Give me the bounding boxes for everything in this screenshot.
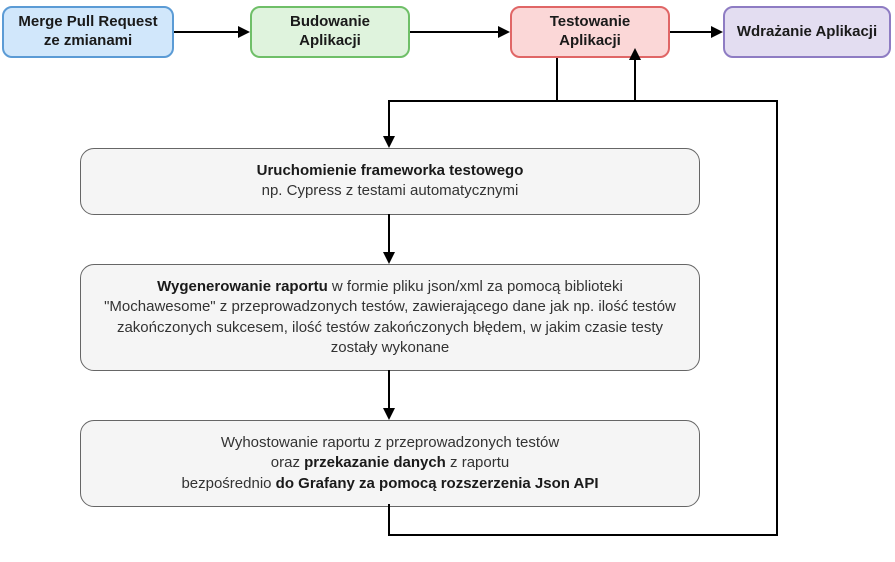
arrow-into-d1 bbox=[388, 100, 390, 138]
stage-deploy: Wdrażanie Aplikacji bbox=[723, 6, 891, 58]
connector-top-right bbox=[634, 100, 778, 102]
d3-b1: oraz bbox=[271, 454, 304, 471]
d1-title: Uruchomienie frameworka testowego bbox=[257, 162, 524, 179]
detail-report: Wygenerowanie raportu w formie pliku jso… bbox=[80, 264, 700, 371]
connector-h1 bbox=[388, 100, 558, 102]
d1-sub: np. Cypress z testami automatycznymi bbox=[101, 181, 679, 201]
arrow-head-d1-d2 bbox=[383, 252, 395, 264]
arrow-head-merge-build bbox=[238, 26, 250, 38]
detail-grafana: Wyhostowanie raportu z przeprowadzonych … bbox=[80, 420, 700, 507]
arrow-right-up bbox=[776, 100, 778, 536]
arrow-head-into-d1 bbox=[383, 136, 395, 148]
stage-test: Testowanie Aplikacji bbox=[510, 6, 670, 58]
detail-framework: Uruchomienie frameworka testowego np. Cy… bbox=[80, 148, 700, 215]
arrow-head-test-deploy bbox=[711, 26, 723, 38]
d3-pre2: bezpośrednio bbox=[181, 475, 275, 492]
arrow-d2-d3 bbox=[388, 370, 390, 410]
arrow-d3-down bbox=[388, 504, 390, 534]
arrow-head-build-test bbox=[498, 26, 510, 38]
d2-title: Wygenerowanie raportu bbox=[157, 278, 328, 295]
arrow-merge-build bbox=[174, 31, 240, 33]
stage-build: Budowanie Aplikacji bbox=[250, 6, 410, 58]
arrow-test-deploy bbox=[670, 31, 713, 33]
arrow-test-down bbox=[556, 58, 558, 100]
d3-mid: z raportu bbox=[446, 454, 509, 471]
arrow-up-right bbox=[634, 58, 636, 102]
arrow-build-test bbox=[410, 31, 500, 33]
d3-line1: Wyhostowanie raportu z przeprowadzonych … bbox=[101, 433, 679, 453]
arrow-d1-d2 bbox=[388, 214, 390, 254]
arrow-head-up-right bbox=[629, 48, 641, 60]
arrow-head-d2-d3 bbox=[383, 408, 395, 420]
d3-b3: do Grafany za pomocą rozszerzenia Json A… bbox=[276, 475, 599, 492]
d3-b2: przekazanie danych bbox=[304, 454, 446, 471]
connector-h1b bbox=[556, 100, 636, 102]
stage-merge: Merge Pull Request ze zmianami bbox=[2, 6, 174, 58]
connector-bottom bbox=[388, 534, 778, 536]
